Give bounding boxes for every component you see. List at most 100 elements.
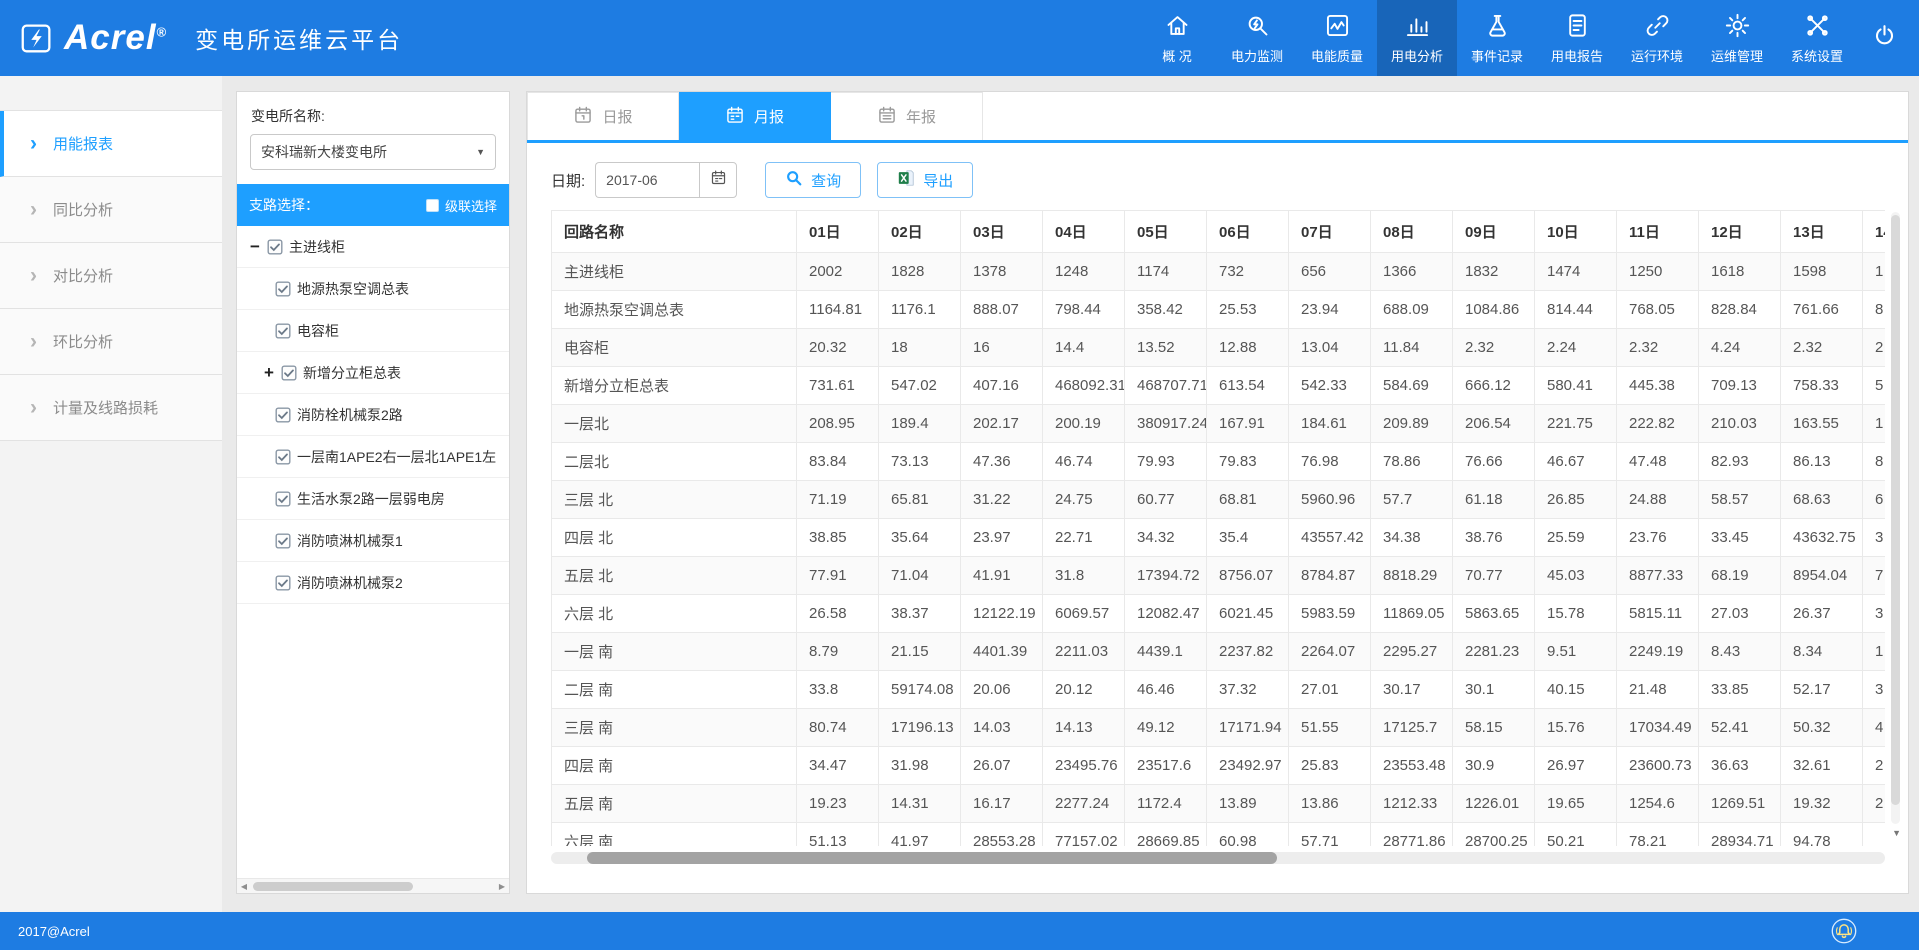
- value-cell: 27.03: [1699, 595, 1781, 633]
- cascade-checkbox[interactable]: [426, 199, 439, 212]
- app-title: 变电所运维云平台: [195, 21, 403, 55]
- checkbox-checked-icon[interactable]: [275, 533, 291, 549]
- nav-item-8[interactable]: 运维管理: [1697, 0, 1777, 76]
- logout-power-button[interactable]: [1857, 0, 1911, 76]
- value-cell: 68.81: [1207, 481, 1289, 519]
- nav-item-5[interactable]: 事件记录: [1457, 0, 1537, 76]
- nav-label: 系统设置: [1791, 46, 1843, 65]
- checkbox-checked-icon[interactable]: [275, 491, 291, 507]
- tree-node[interactable]: 消防喷淋机械泵2: [237, 562, 509, 604]
- value-cell: 19.32: [1781, 785, 1863, 823]
- sidebar-item-4[interactable]: ›环比分析: [0, 309, 222, 375]
- sidebar-item-2[interactable]: ›同比分析: [0, 177, 222, 243]
- value-cell: 580.41: [1535, 367, 1617, 405]
- table-vertical-scrollbar[interactable]: [1891, 212, 1900, 824]
- nav-item-4[interactable]: 用电分析: [1377, 0, 1457, 76]
- tab-monthly[interactable]: 月报: [679, 92, 831, 140]
- checkbox-checked-icon[interactable]: [267, 239, 283, 255]
- checkbox-checked-icon[interactable]: [275, 323, 291, 339]
- tree-node[interactable]: 一层南1APE2右一层北1APE1左: [237, 436, 509, 478]
- tree-node[interactable]: 消防栓机械泵2路: [237, 394, 509, 436]
- value-cell: 222.82: [1617, 405, 1699, 443]
- station-select[interactable]: 安科瑞新大楼变电所 ▼: [250, 134, 496, 170]
- tree-node[interactable]: 地源热泵空调总表: [237, 268, 509, 310]
- notification-bell-icon[interactable]: [1829, 916, 1859, 946]
- value-cell: 79.93: [1125, 443, 1207, 481]
- value-cell: 2002: [797, 253, 879, 291]
- value-cell: 38.37: [879, 595, 961, 633]
- circuit-name-cell: 二层北: [552, 443, 797, 481]
- sidebar-item-1[interactable]: ›用能报表: [0, 111, 222, 177]
- sidebar-item-label: 对比分析: [53, 265, 113, 286]
- cascade-select-toggle[interactable]: 级联选择: [426, 196, 497, 215]
- value-cell: 407.16: [961, 367, 1043, 405]
- nav-item-1[interactable]: 概 况: [1137, 0, 1217, 76]
- value-cell: 1: [1863, 633, 1886, 671]
- sidebar-item-label: 同比分析: [53, 199, 113, 220]
- date-input[interactable]: [595, 162, 699, 198]
- scroll-left-icon[interactable]: ◀: [237, 882, 251, 891]
- vertical-scrollbar-thumb[interactable]: [1891, 215, 1900, 805]
- value-cell: 768.05: [1617, 291, 1699, 329]
- nav-item-2[interactable]: 电力监测: [1217, 0, 1297, 76]
- expand-icon[interactable]: +: [264, 363, 281, 383]
- checkbox-checked-icon[interactable]: [275, 407, 291, 423]
- checkbox-checked-icon[interactable]: [275, 449, 291, 465]
- value-cell: 2237.82: [1207, 633, 1289, 671]
- power-report-icon: [1564, 12, 1591, 39]
- date-picker-button[interactable]: [699, 162, 737, 198]
- sidebar: ›用能报表›同比分析›对比分析›环比分析›计量及线路损耗: [0, 76, 222, 912]
- checkbox-checked-icon[interactable]: [275, 575, 291, 591]
- nav-item-3[interactable]: 电能质量: [1297, 0, 1377, 76]
- value-cell: 8: [1863, 443, 1886, 481]
- value-cell: 7: [1863, 557, 1886, 595]
- checkbox-checked-icon[interactable]: [281, 365, 297, 381]
- value-cell: 20.06: [961, 671, 1043, 709]
- value-cell: 445.38: [1617, 367, 1699, 405]
- station-select-value: 安科瑞新大楼变电所: [261, 142, 387, 162]
- query-button[interactable]: 查询: [765, 162, 861, 198]
- value-cell: 3: [1863, 595, 1886, 633]
- circuit-name-cell: 三层 南: [552, 709, 797, 747]
- nav-item-7[interactable]: 运行环境: [1617, 0, 1697, 76]
- report-toolbar: 日期: 查询 导出: [551, 162, 1908, 198]
- value-cell: 21.48: [1617, 671, 1699, 709]
- value-cell: 1618: [1699, 253, 1781, 291]
- value-cell: 2: [1863, 747, 1886, 785]
- calendar-year-icon: [877, 105, 897, 129]
- sidebar-item-label: 环比分析: [53, 331, 113, 352]
- tree-node[interactable]: 消防喷淋机械泵1: [237, 520, 509, 562]
- scrollbar-track[interactable]: [251, 879, 495, 893]
- value-cell: 16: [961, 329, 1043, 367]
- tree-node[interactable]: +新增分立柜总表: [237, 352, 509, 394]
- horizontal-scrollbar-thumb[interactable]: [587, 852, 1277, 864]
- value-cell: 22.71: [1043, 519, 1125, 557]
- value-cell: 1828: [879, 253, 961, 291]
- nav-item-6[interactable]: 用电报告: [1537, 0, 1617, 76]
- sidebar-item-5[interactable]: ›计量及线路损耗: [0, 375, 222, 441]
- tab-yearly[interactable]: 年报: [831, 92, 983, 140]
- checkbox-checked-icon[interactable]: [275, 281, 291, 297]
- value-cell: 798.44: [1043, 291, 1125, 329]
- nav-item-9[interactable]: 系统设置: [1777, 0, 1857, 76]
- value-cell: 542.33: [1289, 367, 1371, 405]
- collapse-icon[interactable]: −: [250, 237, 267, 257]
- tree-node[interactable]: 电容柜: [237, 310, 509, 352]
- value-cell: 1176.1: [879, 291, 961, 329]
- tree-node[interactable]: 生活水泵2路一层弱电房: [237, 478, 509, 520]
- table-horizontal-scrollbar[interactable]: [551, 852, 1885, 864]
- tab-daily[interactable]: 日报: [527, 92, 679, 140]
- scroll-down-icon[interactable]: ▼: [1892, 828, 1901, 838]
- tree-horizontal-scrollbar[interactable]: ◀ ▶: [237, 878, 509, 893]
- value-cell: 1: [1863, 253, 1886, 291]
- value-cell: 68.63: [1781, 481, 1863, 519]
- scroll-right-icon[interactable]: ▶: [495, 882, 509, 891]
- sidebar-item-3[interactable]: ›对比分析: [0, 243, 222, 309]
- tree-node[interactable]: −主进线柜: [237, 226, 509, 268]
- value-cell: 47.48: [1617, 443, 1699, 481]
- value-cell: 77.91: [797, 557, 879, 595]
- value-cell: 709.13: [1699, 367, 1781, 405]
- value-cell: 17171.94: [1207, 709, 1289, 747]
- export-button[interactable]: 导出: [877, 162, 973, 198]
- scrollbar-thumb[interactable]: [253, 882, 413, 891]
